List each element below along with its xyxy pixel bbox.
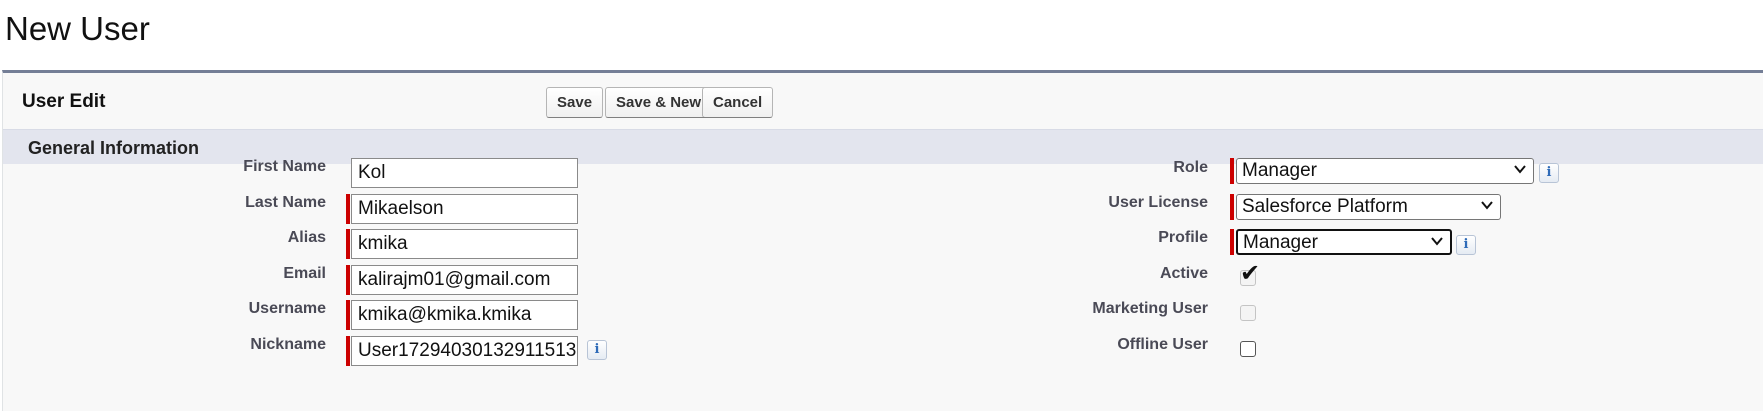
panel-title: User Edit — [22, 91, 106, 112]
chevron-down-icon — [1514, 165, 1526, 174]
role-info-icon[interactable]: i — [1539, 163, 1559, 183]
profile-select-value: Manager — [1243, 232, 1318, 253]
page-title: New User — [5, 10, 150, 47]
email-label: Email — [283, 265, 326, 282]
active-label: Active — [1159, 265, 1208, 282]
required-indicator — [1230, 194, 1234, 220]
role-select-value: Manager — [1242, 160, 1317, 181]
required-indicator — [346, 229, 350, 259]
username-label: Username — [248, 300, 326, 317]
last-name-label: Last Name — [245, 194, 326, 211]
panel-header: User Edit Save Save & New Cancel — [3, 73, 1763, 128]
nickname-label: Nickname — [250, 336, 326, 353]
profile-info-icon[interactable]: i — [1456, 235, 1476, 255]
first-name-input[interactable]: Kol — [351, 158, 578, 188]
marketing-user-checkbox[interactable] — [1240, 305, 1256, 321]
required-indicator — [346, 194, 350, 224]
role-label: Role — [1173, 159, 1208, 176]
required-indicator — [1230, 229, 1234, 255]
marketing-user-label: Marketing User — [1092, 300, 1208, 317]
cancel-button[interactable]: Cancel — [702, 87, 774, 118]
section-title: General Information — [28, 138, 200, 158]
alias-label: Alias — [287, 229, 326, 246]
username-input[interactable]: kmika@kmika.kmika — [351, 300, 578, 330]
required-indicator — [1230, 158, 1234, 184]
email-input[interactable]: kalirajm01@gmail.com — [351, 265, 578, 295]
nickname-info-icon[interactable]: i — [587, 340, 607, 360]
user-license-label: User License — [1108, 194, 1208, 211]
first-name-label: First Name — [243, 158, 326, 175]
required-indicator — [346, 336, 350, 366]
save-button[interactable]: Save — [546, 87, 604, 118]
checkmark-icon: ✔ — [1240, 259, 1261, 287]
offline-user-checkbox[interactable] — [1240, 341, 1256, 357]
alias-input[interactable]: kmika — [351, 229, 578, 259]
required-indicator — [346, 300, 350, 330]
profile-label: Profile — [1158, 229, 1208, 246]
role-select[interactable]: Manager — [1236, 158, 1534, 184]
user-license-select[interactable]: Salesforce Platform — [1236, 194, 1501, 220]
profile-select[interactable]: Manager — [1236, 229, 1452, 255]
last-name-input[interactable]: Mikaelson — [351, 194, 578, 224]
required-indicator — [346, 265, 350, 295]
chevron-down-icon — [1431, 237, 1443, 246]
offline-user-label: Offline User — [1117, 336, 1208, 353]
save-and-new-button[interactable]: Save & New — [605, 87, 713, 118]
user-license-select-value: Salesforce Platform — [1242, 196, 1408, 217]
user-edit-panel: User Edit Save Save & New Cancel General… — [2, 70, 1763, 411]
nickname-input[interactable]: User17294030132911513 — [351, 336, 578, 366]
chevron-down-icon — [1481, 201, 1493, 210]
